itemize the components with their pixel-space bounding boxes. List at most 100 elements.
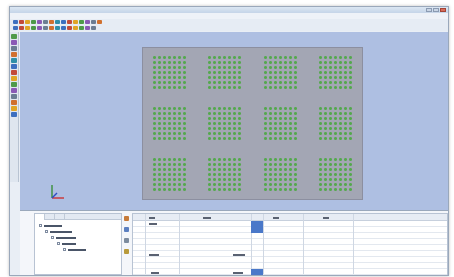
solder-pad[interactable] xyxy=(178,117,182,120)
solder-pad[interactable] xyxy=(218,127,222,130)
solder-pad[interactable] xyxy=(168,86,172,89)
solder-pad[interactable] xyxy=(328,112,332,115)
solder-pad[interactable] xyxy=(278,178,282,181)
pad-cluster[interactable] xyxy=(263,56,297,89)
solder-pad[interactable] xyxy=(348,61,352,64)
solder-pad[interactable] xyxy=(183,71,187,74)
tree-node-design[interactable] xyxy=(45,230,72,233)
solder-pad[interactable] xyxy=(208,168,212,171)
filter-icon[interactable] xyxy=(124,227,129,232)
pan-tool-icon[interactable] xyxy=(11,40,17,45)
solder-pad[interactable] xyxy=(263,81,267,84)
highlight-tool-icon[interactable] xyxy=(11,94,17,99)
solder-pad[interactable] xyxy=(158,137,162,140)
solder-pad[interactable] xyxy=(158,127,162,130)
solder-pad[interactable] xyxy=(343,56,347,59)
solder-pad[interactable] xyxy=(263,61,267,64)
solder-pad[interactable] xyxy=(288,56,292,59)
pad-cluster[interactable] xyxy=(318,158,352,191)
solder-pad[interactable] xyxy=(338,61,342,64)
solder-pad[interactable] xyxy=(348,56,352,59)
solder-pad[interactable] xyxy=(328,163,332,166)
solder-pad[interactable] xyxy=(233,132,237,135)
solder-pad[interactable] xyxy=(323,76,327,79)
tree-node-layout[interactable] xyxy=(51,236,76,239)
solder-pad[interactable] xyxy=(263,168,267,171)
solder-pad[interactable] xyxy=(153,188,157,191)
solder-pad[interactable] xyxy=(228,112,232,115)
solder-pad[interactable] xyxy=(228,71,232,74)
solder-pad[interactable] xyxy=(333,122,337,125)
solder-pad[interactable] xyxy=(318,61,322,64)
solder-pad[interactable] xyxy=(158,76,162,79)
solder-pad[interactable] xyxy=(153,178,157,181)
text-tool-icon[interactable] xyxy=(11,70,17,75)
solder-pad[interactable] xyxy=(288,188,292,191)
solder-pad[interactable] xyxy=(293,127,297,130)
solder-pad[interactable] xyxy=(263,183,267,186)
solder-pad[interactable] xyxy=(338,137,342,140)
component-tool-icon[interactable] xyxy=(11,58,17,63)
solder-pad[interactable] xyxy=(208,163,212,166)
solder-pad[interactable] xyxy=(158,158,162,161)
solder-pad[interactable] xyxy=(293,86,297,89)
solder-pad[interactable] xyxy=(238,71,242,74)
solder-pad[interactable] xyxy=(318,163,322,166)
solder-pad[interactable] xyxy=(323,127,327,130)
solder-pad[interactable] xyxy=(168,81,172,84)
solder-pad[interactable] xyxy=(278,66,282,69)
solder-pad[interactable] xyxy=(208,158,212,161)
solder-pad[interactable] xyxy=(318,112,322,115)
solder-pad[interactable] xyxy=(328,86,332,89)
solder-pad[interactable] xyxy=(228,183,232,186)
solder-pad[interactable] xyxy=(208,173,212,176)
solder-pad[interactable] xyxy=(213,107,217,110)
solder-pad[interactable] xyxy=(348,71,352,74)
solder-pad[interactable] xyxy=(338,188,342,191)
solder-pad[interactable] xyxy=(288,158,292,161)
solder-pad[interactable] xyxy=(268,127,272,130)
solder-pad[interactable] xyxy=(328,127,332,130)
solder-pad[interactable] xyxy=(293,158,297,161)
solder-pad[interactable] xyxy=(323,71,327,74)
solder-pad[interactable] xyxy=(323,122,327,125)
solder-pad[interactable] xyxy=(168,173,172,176)
solder-pad[interactable] xyxy=(283,81,287,84)
solder-pad[interactable] xyxy=(213,132,217,135)
solder-pad[interactable] xyxy=(273,158,277,161)
solder-pad[interactable] xyxy=(168,61,172,64)
pointer-tool-icon[interactable] xyxy=(11,34,17,39)
solder-pad[interactable] xyxy=(218,132,222,135)
solder-pad[interactable] xyxy=(343,183,347,186)
solder-pad[interactable] xyxy=(328,178,332,181)
solder-pad[interactable] xyxy=(168,76,172,79)
rotate-icon[interactable] xyxy=(25,26,30,30)
solder-pad[interactable] xyxy=(213,61,217,64)
solder-pad[interactable] xyxy=(208,178,212,181)
solder-pad[interactable] xyxy=(293,173,297,176)
selected-cell[interactable] xyxy=(251,221,263,233)
solder-pad[interactable] xyxy=(178,132,182,135)
measure-icon[interactable] xyxy=(85,20,90,24)
info-icon[interactable] xyxy=(124,249,129,254)
solder-pad[interactable] xyxy=(233,56,237,59)
solder-pad[interactable] xyxy=(318,56,322,59)
solder-pad[interactable] xyxy=(293,61,297,64)
solder-pad[interactable] xyxy=(213,66,217,69)
solder-pad[interactable] xyxy=(268,76,272,79)
solder-pad[interactable] xyxy=(268,61,272,64)
solder-pad[interactable] xyxy=(268,112,272,115)
solder-pad[interactable] xyxy=(293,183,297,186)
solder-pad[interactable] xyxy=(348,122,352,125)
highlight-icon[interactable] xyxy=(91,20,96,24)
solder-pad[interactable] xyxy=(208,76,212,79)
solder-pad[interactable] xyxy=(338,178,342,181)
solder-pad[interactable] xyxy=(328,122,332,125)
solder-pad[interactable] xyxy=(183,137,187,140)
solder-pad[interactable] xyxy=(178,81,182,84)
solder-pad[interactable] xyxy=(278,107,282,110)
solder-pad[interactable] xyxy=(208,81,212,84)
solder-pad[interactable] xyxy=(318,127,322,130)
open-icon[interactable] xyxy=(19,20,24,24)
pad-cluster[interactable] xyxy=(318,107,352,140)
